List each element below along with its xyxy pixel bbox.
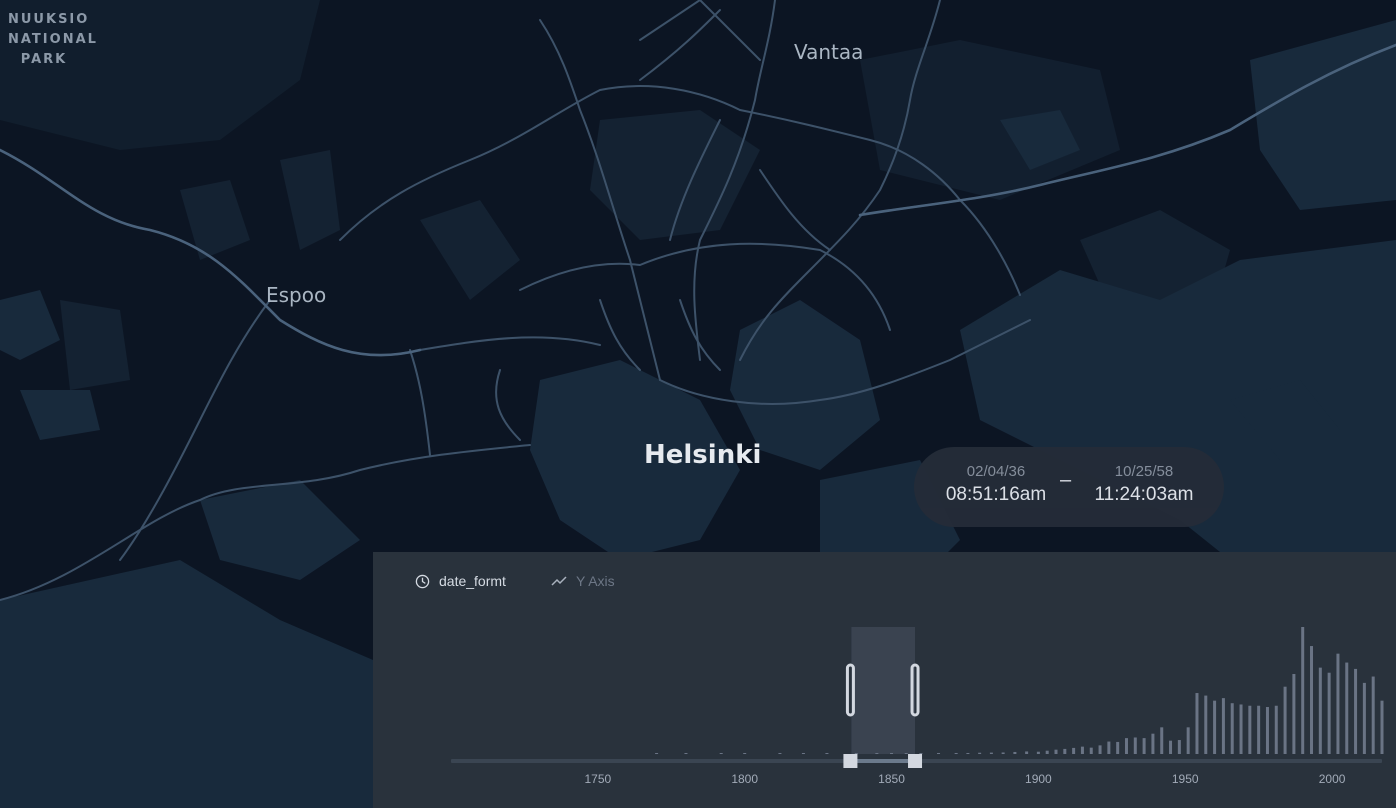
histogram-bar — [1345, 662, 1349, 754]
range-separator: – — [1060, 469, 1072, 491]
histogram-bar — [1080, 746, 1084, 754]
city-label-vantaa: Vantaa — [794, 40, 864, 64]
histogram-bar — [684, 753, 688, 754]
range-start-time: 08:51:16am — [945, 484, 1047, 505]
histogram-bar — [904, 753, 908, 754]
histogram-bar — [1089, 747, 1093, 754]
histogram-bar — [1354, 668, 1358, 754]
city-label-espoo: Espoo — [266, 283, 327, 307]
histogram-bar — [890, 752, 894, 754]
range-handle-end[interactable] — [908, 754, 923, 768]
city-label-helsinki: Helsinki — [644, 440, 762, 470]
histogram-bar — [875, 753, 879, 754]
histogram-bar — [954, 752, 958, 754]
histogram-bar — [743, 753, 747, 754]
range-start-date: 02/04/36 — [966, 463, 1026, 480]
histogram-bar — [1098, 745, 1102, 754]
histogram-bar — [1248, 705, 1252, 754]
histogram-bar — [1257, 705, 1261, 754]
histogram-bar — [1336, 653, 1340, 754]
histogram-bar — [825, 753, 829, 754]
range-slider-fill — [850, 759, 916, 763]
histogram-bar — [1133, 737, 1137, 754]
histogram-bar — [1327, 672, 1331, 754]
histogram-bar — [719, 753, 723, 754]
histogram-bar — [1072, 747, 1076, 754]
histogram-bar — [1292, 673, 1296, 754]
histogram-bar — [1142, 738, 1146, 754]
time-range-display: 02/04/36 08:51:16am – 10/25/58 11:24:03a… — [914, 447, 1224, 527]
x-axis-tick-label: 2000 — [1319, 772, 1346, 786]
histogram-bar — [655, 753, 659, 754]
histogram-bar — [1169, 740, 1173, 754]
x-axis-tick-label: 1750 — [584, 772, 611, 786]
histogram-bar — [1001, 752, 1005, 754]
histogram-bar — [1239, 704, 1243, 754]
histogram-bar — [1301, 627, 1305, 754]
range-end-time: 11:24:03am — [1094, 484, 1194, 505]
histogram-bar — [778, 753, 782, 754]
histogram-bar — [1186, 727, 1190, 754]
histogram-bar — [1177, 740, 1181, 754]
histogram-bar — [1107, 741, 1111, 754]
histogram-bar — [1054, 749, 1058, 754]
histogram-bar — [1151, 733, 1155, 754]
park-label-line-1: NUUKSIO — [8, 12, 90, 27]
histogram-bar — [937, 753, 941, 754]
park-label: NUUKSIO NATIONAL PARK — [8, 10, 98, 70]
range-end: 10/25/58 11:24:03am — [1090, 463, 1198, 506]
histogram-bar — [1045, 750, 1049, 754]
selection-brush[interactable] — [851, 627, 916, 754]
histogram-bar — [1380, 700, 1384, 754]
histogram-bar — [1013, 751, 1017, 754]
histogram-bar — [1221, 698, 1225, 754]
histogram-bar — [1160, 727, 1164, 754]
histogram-bar — [978, 752, 982, 754]
histogram-bar — [1230, 703, 1234, 754]
range-start: 02/04/36 08:51:16am — [942, 463, 1050, 506]
histogram-bar — [1213, 700, 1217, 754]
x-axis-tick-label: 1850 — [878, 772, 905, 786]
histogram-bar — [1195, 693, 1199, 754]
histogram-bar — [1204, 695, 1208, 754]
x-axis-tick-label: 1900 — [1025, 772, 1052, 786]
histogram-bar — [1116, 741, 1120, 754]
time-histogram[interactable]: 1750 1800 1850 1900 1950 2000 — [373, 552, 1396, 808]
park-label-line-2: NATIONAL — [8, 32, 98, 47]
histogram-bar — [966, 753, 970, 754]
histogram-bar — [1318, 667, 1322, 754]
histogram-bar — [854, 753, 858, 754]
histogram-bar — [1265, 707, 1269, 754]
range-handle-start[interactable] — [843, 754, 858, 768]
histogram-bar — [919, 753, 923, 754]
histogram-bar — [1283, 686, 1287, 754]
x-axis-tick-label: 1950 — [1172, 772, 1199, 786]
histogram-bar — [1124, 738, 1128, 754]
histogram-bar — [1063, 748, 1067, 754]
time-widget-panel: date_formt Y Axis 1750 1800 1850 1900 1950 20… — [373, 552, 1396, 808]
histogram-bar — [1025, 751, 1029, 754]
histogram-bar — [1036, 751, 1040, 754]
x-axis-tick-label: 1800 — [731, 772, 758, 786]
histogram-bar — [1274, 705, 1278, 754]
histogram-bar — [989, 752, 993, 754]
histogram-bar — [1371, 676, 1375, 754]
range-end-date: 10/25/58 — [1114, 463, 1174, 480]
histogram-bar — [801, 753, 805, 754]
histogram-bar — [1310, 646, 1314, 754]
brush-grip-left[interactable] — [845, 663, 855, 717]
histogram-bar — [1362, 682, 1366, 754]
park-label-line-3: PARK — [20, 52, 68, 67]
